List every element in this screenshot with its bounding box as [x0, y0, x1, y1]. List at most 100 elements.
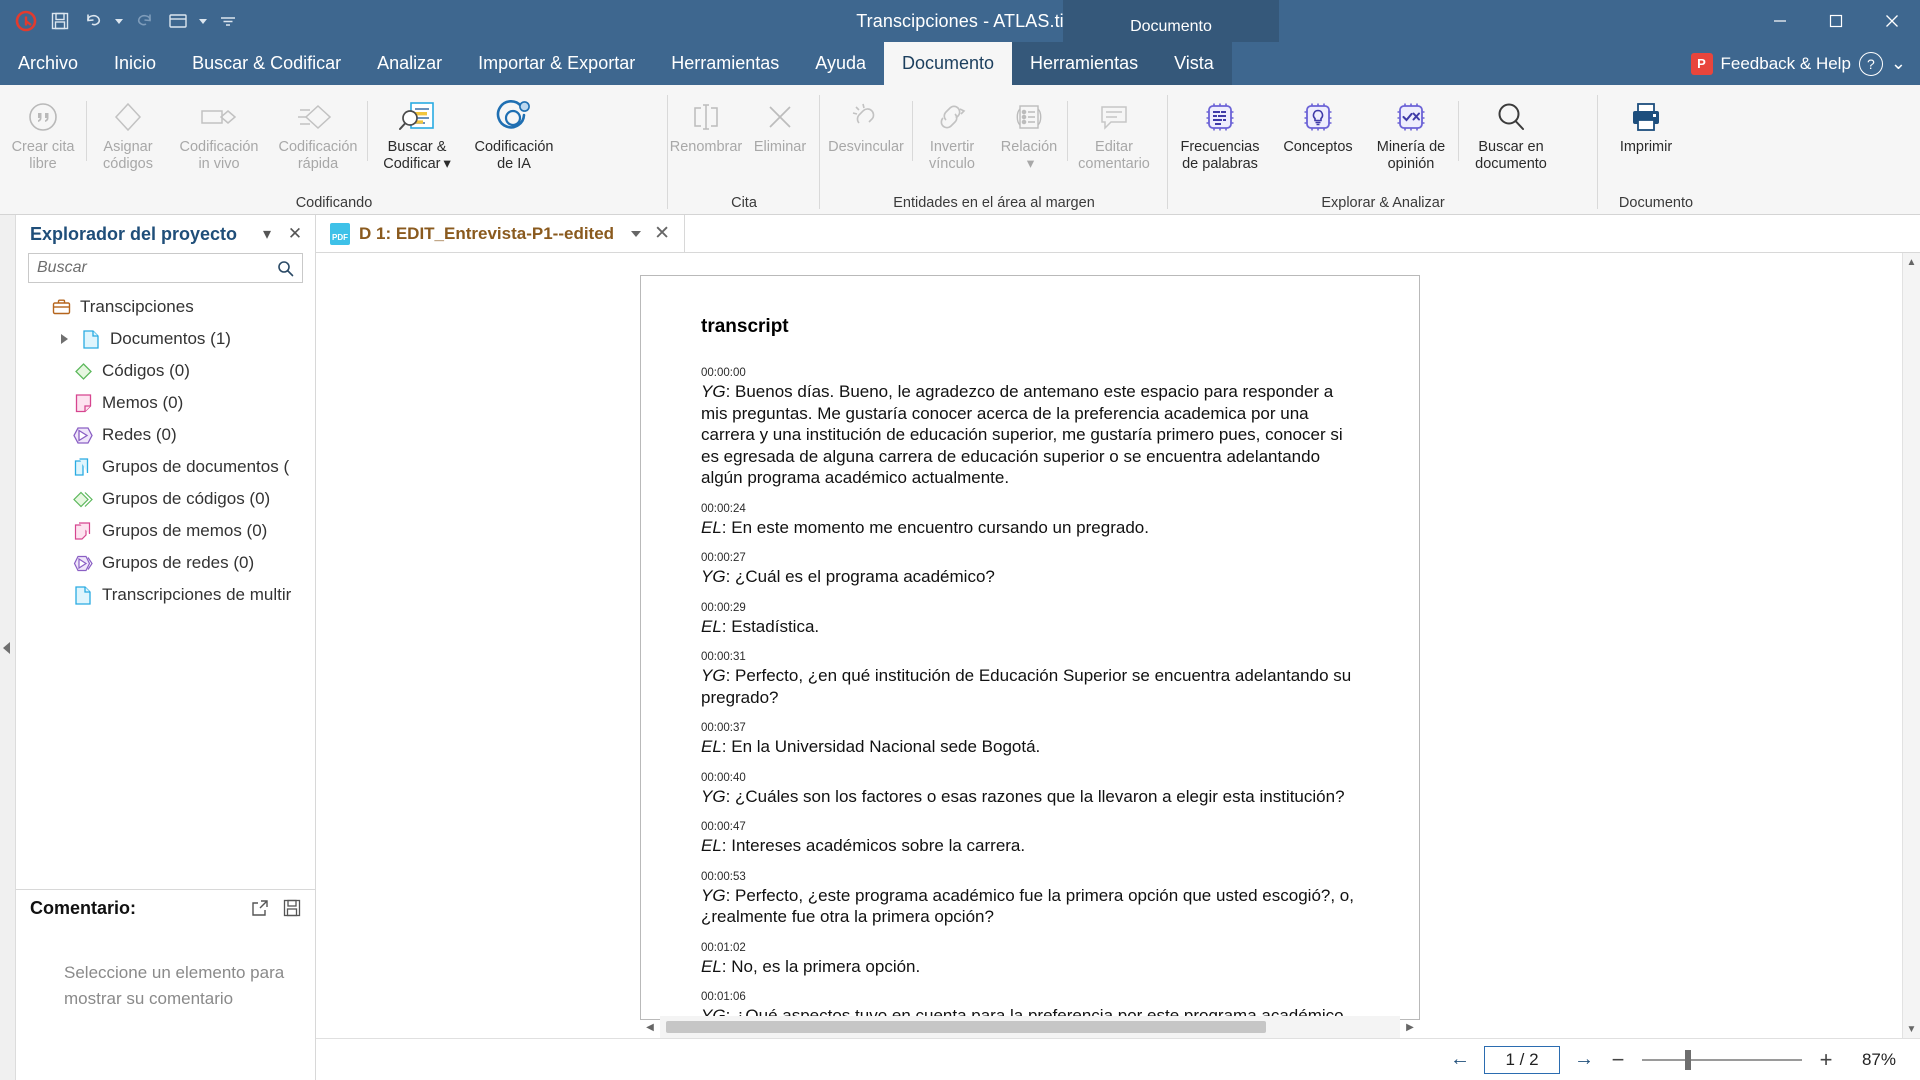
tab-herramientas-contextual[interactable]: Herramientas	[1012, 42, 1157, 85]
tab-analizar[interactable]: Analizar	[359, 42, 460, 85]
zoom-out-button[interactable]: −	[1608, 1047, 1628, 1073]
transcript-segment[interactable]: 00:00:27 YG: ¿Cuál es el programa académ…	[701, 551, 1359, 588]
tree-item-codigos[interactable]: Códigos (0)	[16, 355, 315, 387]
maximize-button[interactable]	[1808, 0, 1864, 42]
transcript-segment[interactable]: 00:00:00 YG: Buenos días. Bueno, le agra…	[701, 366, 1359, 489]
next-page-icon[interactable]: →	[1574, 1048, 1594, 1071]
transcript-segment[interactable]: 00:00:37 EL: En la Universidad Nacional …	[701, 721, 1359, 758]
tree-item-grupos-de-codigos[interactable]: Grupos de códigos (0)	[16, 483, 315, 515]
document-page[interactable]: transcript 00:00:00 YG: Buenos días. Bue…	[640, 275, 1420, 1020]
expander-icon[interactable]	[56, 334, 72, 344]
document-tab-caret-icon[interactable]	[631, 230, 642, 237]
layout-dropdown-icon[interactable]	[196, 5, 210, 37]
zoom-in-button[interactable]: +	[1816, 1047, 1836, 1073]
vscroll-track[interactable]	[1903, 271, 1920, 1020]
document-tab-close-icon[interactable]: ✕	[654, 222, 670, 245]
ribbon-button-codificacion-de-ia[interactable]: Codificación de IA	[466, 89, 562, 173]
redo-icon[interactable]	[128, 5, 160, 37]
transcript-segment[interactable]: 00:00:31 YG: Perfecto, ¿en qué instituci…	[701, 650, 1359, 708]
tab-archivo[interactable]: Archivo	[0, 42, 96, 85]
ribbon-label: Invertir vínculo	[929, 139, 975, 172]
ribbon-button-invertir-vinculo[interactable]: Invertir vínculo	[913, 89, 991, 173]
search-input[interactable]	[37, 259, 271, 277]
tree-item-grupos-de-documentos[interactable]: Grupos de documentos (	[16, 451, 315, 483]
transcript-segment[interactable]: 00:00:29 EL: Estadística.	[701, 601, 1359, 638]
tree-item-transcripciones-de-multi[interactable]: Transcripciones de multir	[16, 579, 315, 611]
document-tab[interactable]: PDF D 1: EDIT_Entrevista-P1--edited ✕	[316, 215, 685, 252]
ribbon-label: Asignar códigos	[103, 139, 153, 172]
horizontal-scrollbar[interactable]: ◀ ▶	[640, 1016, 1420, 1038]
tab-herramientas[interactable]: Herramientas	[653, 42, 797, 85]
atlasti-logo-icon[interactable]	[10, 5, 42, 37]
chevron-down-icon[interactable]: ▾	[1027, 156, 1034, 173]
chevron-down-icon[interactable]: ▾	[443, 156, 450, 173]
ribbon-button-conceptos[interactable]: Conceptos	[1272, 89, 1364, 156]
tree-item-grupos-de-redes[interactable]: Grupos de redes (0)	[16, 547, 315, 579]
ribbon-collapse-icon[interactable]: ⌄	[1891, 53, 1906, 74]
collapse-arrow-icon[interactable]	[3, 641, 10, 654]
hscroll-track[interactable]	[660, 1016, 1400, 1038]
tree-item-documentos[interactable]: Documentos (1)	[16, 323, 315, 355]
transcript-segment[interactable]: 00:00:24 EL: En este momento me encuentr…	[701, 502, 1359, 539]
transcript-segment[interactable]: 00:00:53 YG: Perfecto, ¿este programa ac…	[701, 870, 1359, 928]
ribbon-button-buscar-codificar[interactable]: Buscar & Codificar ▾	[368, 89, 466, 173]
ribbon-button-eliminar[interactable]: Eliminar	[744, 89, 816, 156]
segment-line: EL: No, es la primera opción.	[701, 956, 921, 976]
tree-item-redes[interactable]: Redes (0)	[16, 419, 315, 451]
search-icon[interactable]	[277, 260, 294, 277]
hscroll-thumb[interactable]	[666, 1021, 1266, 1033]
transcript-segment[interactable]: 00:00:40 YG: ¿Cuáles son los factores o …	[701, 771, 1359, 808]
panel-close-icon[interactable]: ✕	[285, 224, 305, 244]
feedback-badge-icon[interactable]: P	[1690, 52, 1713, 75]
tree-item-transcipciones[interactable]: Transcipciones	[16, 291, 315, 323]
close-button[interactable]	[1864, 0, 1920, 42]
tab-ayuda[interactable]: Ayuda	[797, 42, 884, 85]
ribbon-button-asignar-codigos[interactable]: Asignar códigos	[87, 89, 169, 173]
tab-importar-exportar[interactable]: Importar & Exportar	[460, 42, 653, 85]
ribbon-button-relacion[interactable]: Relación ▾	[991, 89, 1067, 173]
help-icon[interactable]: ?	[1858, 51, 1883, 76]
pdf-icon: PDF	[330, 222, 350, 245]
ribbon-button-codificacion-rapida[interactable]: Codificación rápida	[269, 89, 367, 173]
ribbon-button-crear-cita-libre[interactable]: Crear cita libre	[0, 89, 86, 173]
ribbon-button-imprimir[interactable]: Imprimir	[1598, 89, 1694, 156]
undo-dropdown-icon[interactable]	[112, 5, 126, 37]
transcript-segment[interactable]: 00:00:47 EL: Intereses académicos sobre …	[701, 820, 1359, 857]
zoom-slider[interactable]	[1642, 1049, 1802, 1071]
transcript-heading: transcript	[701, 316, 789, 337]
tab-vista[interactable]: Vista	[1156, 42, 1232, 85]
scroll-down-icon[interactable]: ▼	[1903, 1020, 1920, 1038]
vertical-scrollbar[interactable]: ▲ ▼	[1902, 253, 1920, 1038]
ribbon-button-desvincular[interactable]: Desvincular	[820, 89, 912, 156]
feedback-help-link[interactable]: Feedback & Help	[1721, 54, 1851, 74]
ribbon-button-renombrar[interactable]: Renombrar	[668, 89, 744, 156]
left-rail-collapse[interactable]	[0, 215, 16, 1080]
segment-speaker: YG	[701, 567, 726, 586]
tab-buscar-codificar[interactable]: Buscar & Codificar	[174, 42, 359, 85]
scroll-left-icon[interactable]: ◀	[640, 1016, 660, 1038]
previous-page-icon[interactable]: ←	[1450, 1048, 1470, 1071]
save-icon[interactable]	[44, 5, 76, 37]
ribbon-button-frecuencias-de-palabras[interactable]: Frecuencias de palabras	[1168, 89, 1272, 173]
scroll-up-icon[interactable]: ▲	[1903, 253, 1920, 271]
minimize-button[interactable]	[1752, 0, 1808, 42]
panel-menu-caret-icon[interactable]: ▾	[257, 224, 277, 244]
undo-icon[interactable]	[78, 5, 110, 37]
tab-inicio[interactable]: Inicio	[96, 42, 174, 85]
layout-icon[interactable]	[162, 5, 194, 37]
tree-item-grupos-de-memos[interactable]: Grupos de memos (0)	[16, 515, 315, 547]
ribbon-button-editar-comentario[interactable]: Editar comentario	[1068, 89, 1160, 173]
project-explorer-search[interactable]	[28, 253, 303, 283]
transcript-segment[interactable]: 00:01:02 EL: No, es la primera opción.	[701, 941, 1359, 978]
ribbon-button-mineria-de-opinion[interactable]: Minería de opinión	[1364, 89, 1458, 173]
scroll-right-icon[interactable]: ▶	[1400, 1016, 1420, 1038]
page-number-input[interactable]: 1 / 2	[1484, 1045, 1560, 1074]
save-comment-icon[interactable]	[281, 897, 303, 919]
ribbon-button-codificacion-in-vivo[interactable]: Codificación in vivo	[169, 89, 269, 173]
tab-documento[interactable]: Documento	[883, 42, 1013, 85]
tree-item-memos[interactable]: Memos (0)	[16, 387, 315, 419]
ribbon-button-buscar-en-documento[interactable]: Buscar en documento	[1459, 89, 1563, 173]
zoom-slider-thumb[interactable]	[1685, 1049, 1691, 1070]
customize-qat-icon[interactable]	[212, 5, 244, 37]
open-external-icon[interactable]	[249, 897, 271, 919]
